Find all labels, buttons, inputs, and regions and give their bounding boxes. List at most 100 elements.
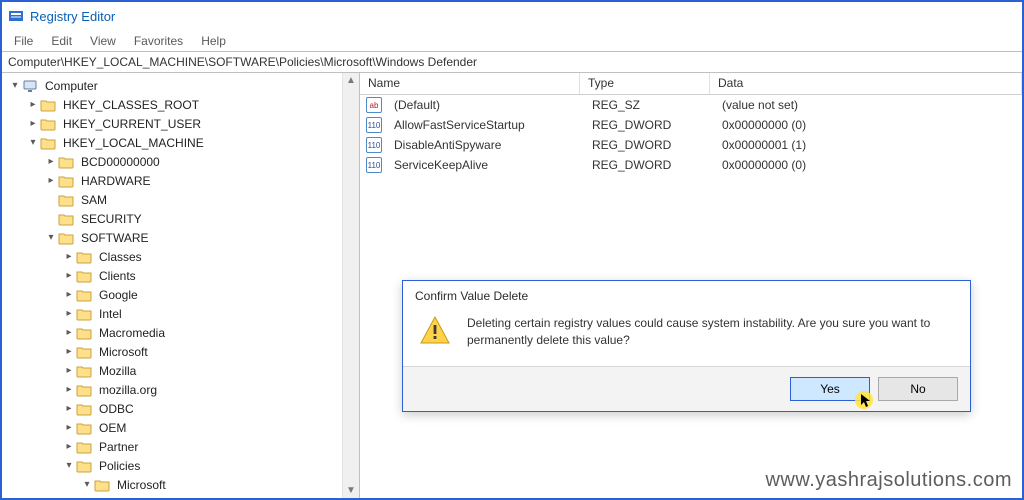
tree-node[interactable]: ▾ Computer — [4, 76, 340, 95]
tree-node[interactable]: ▾ Policies — [4, 456, 340, 475]
value-name: DisableAntiSpyware — [386, 135, 584, 155]
tree-node[interactable]: ▸ Partner — [4, 437, 340, 456]
chevron-right-icon[interactable]: ▸ — [44, 155, 58, 169]
folder-icon — [76, 401, 92, 417]
tree-node-label: Intel — [96, 306, 125, 322]
value-row[interactable]: 110DisableAntiSpywareREG_DWORD0x00000001… — [360, 135, 1022, 155]
tree-node-label: HKEY_LOCAL_MACHINE — [60, 135, 207, 151]
chevron-right-icon[interactable]: ▸ — [62, 288, 76, 302]
tree-node[interactable]: ▸HARDWARE — [4, 171, 340, 190]
value-type: REG_DWORD — [584, 155, 714, 175]
tree-node-label: Cryptography — [132, 496, 210, 499]
chevron-right-icon[interactable]: ▸ — [26, 98, 40, 112]
tree-node[interactable]: ▸ ODBC — [4, 399, 340, 418]
tree-node[interactable]: SAM — [4, 190, 340, 209]
chevron-right-icon[interactable]: ▸ — [62, 345, 76, 359]
column-data[interactable]: Data — [710, 73, 1022, 94]
app-title: Registry Editor — [30, 9, 115, 24]
tree-node[interactable]: ▾SOFTWARE — [4, 228, 340, 247]
folder-icon — [40, 97, 56, 113]
folder-icon — [76, 382, 92, 398]
folder-icon — [40, 135, 56, 151]
chevron-down-icon[interactable]: ▾ — [44, 231, 58, 245]
tree-node[interactable]: ▸ Macromedia — [4, 323, 340, 342]
no-button[interactable]: No — [878, 377, 958, 401]
value-row[interactable]: 110ServiceKeepAliveREG_DWORD0x00000000 (… — [360, 155, 1022, 175]
chevron-right-icon[interactable]: ▸ — [62, 307, 76, 321]
chevron-right-icon[interactable]: ▸ — [62, 364, 76, 378]
watermark: www.yashrajsolutions.com — [765, 469, 1012, 492]
tree-node-label: SECURITY — [78, 211, 145, 227]
menu-edit[interactable]: Edit — [43, 32, 80, 50]
chevron-right-icon[interactable]: ▸ — [62, 250, 76, 264]
tree-node[interactable]: ▾ HKEY_LOCAL_MACHINE — [4, 133, 340, 152]
chevron-down-icon[interactable]: ▾ — [62, 459, 76, 473]
chevron-right-icon[interactable]: ▸ — [62, 421, 76, 435]
chevron-right-icon[interactable]: ▸ — [62, 383, 76, 397]
confirm-delete-dialog: Confirm Value Delete Deleting certain re… — [402, 280, 971, 412]
menu-view[interactable]: View — [82, 32, 124, 50]
dialog-buttons: Yes No — [403, 366, 970, 411]
value-row[interactable]: 110AllowFastServiceStartupREG_DWORD0x000… — [360, 115, 1022, 135]
value-data: 0x00000000 (0) — [714, 115, 1022, 135]
chevron-right-icon[interactable]: ▸ — [98, 497, 112, 499]
chevron-down-icon[interactable]: ▾ — [8, 79, 22, 93]
folder-icon — [58, 211, 74, 227]
tree-node-label: HKEY_CLASSES_ROOT — [60, 97, 202, 113]
chevron-right-icon[interactable]: ▸ — [44, 174, 58, 188]
chevron-down-icon[interactable]: ▾ — [80, 478, 94, 492]
address-bar[interactable]: Computer\HKEY_LOCAL_MACHINE\SOFTWARE\Pol… — [2, 51, 1022, 73]
tree-node[interactable]: ▾ Microsoft — [4, 475, 340, 494]
tree-node[interactable]: ▸ BCD00000000 — [4, 152, 340, 171]
folder-icon — [76, 306, 92, 322]
menu-favorites[interactable]: Favorites — [126, 32, 191, 50]
folder-icon — [58, 173, 74, 189]
tree-node[interactable]: ▸ Intel — [4, 304, 340, 323]
tree-node-label: Microsoft — [114, 477, 169, 493]
tree-scrollbar[interactable]: ▲▼ — [342, 73, 359, 498]
tree-node[interactable]: ▸ Mozilla — [4, 361, 340, 380]
chevron-right-icon[interactable]: ▸ — [62, 326, 76, 340]
tree-node[interactable]: ▸ Cryptography — [4, 494, 340, 498]
tree-node[interactable]: ▸Clients — [4, 266, 340, 285]
chevron-right-icon[interactable]: ▸ — [62, 269, 76, 283]
app-icon — [8, 8, 24, 24]
tree-node-label: Macromedia — [96, 325, 168, 341]
value-name: ServiceKeepAlive — [386, 155, 584, 175]
cursor-highlight-icon — [854, 390, 874, 410]
tree-node[interactable]: ▸Microsoft — [4, 342, 340, 361]
tree-pane: ▾Computer▸HKEY_CLASSES_ROOT▸HKEY_CURRENT… — [2, 73, 360, 498]
tree-node-label: Computer — [42, 78, 101, 94]
chevron-right-icon[interactable]: ▸ — [62, 440, 76, 454]
value-row[interactable]: ab(Default)REG_SZ(value not set) — [360, 95, 1022, 115]
tree-node[interactable]: SECURITY — [4, 209, 340, 228]
tree-node[interactable]: ▸OEM — [4, 418, 340, 437]
column-type[interactable]: Type — [580, 73, 710, 94]
tree-node-label: Partner — [96, 439, 141, 455]
scroll-down-icon[interactable]: ▼ — [346, 485, 356, 496]
chevron-right-icon[interactable]: ▸ — [26, 117, 40, 131]
tree[interactable]: ▾Computer▸HKEY_CLASSES_ROOT▸HKEY_CURRENT… — [2, 73, 342, 498]
column-name[interactable]: Name — [360, 73, 580, 94]
tree-node[interactable]: ▸HKEY_CURRENT_USER — [4, 114, 340, 133]
folder-icon — [76, 249, 92, 265]
tree-node[interactable]: ▸ HKEY_CLASSES_ROOT — [4, 95, 340, 114]
tree-node-label: BCD00000000 — [78, 154, 163, 170]
value-data: 0x00000000 (0) — [714, 155, 1022, 175]
tree-node[interactable]: ▸Google — [4, 285, 340, 304]
folder-icon — [112, 496, 128, 499]
chevron-right-icon[interactable]: ▸ — [62, 402, 76, 416]
tree-node-label: Mozilla — [96, 363, 139, 379]
tree-node-label: Policies — [96, 458, 143, 474]
value-data: (value not set) — [714, 95, 1022, 115]
folder-icon — [76, 344, 92, 360]
folder-icon — [76, 268, 92, 284]
tree-node[interactable]: ▸mozilla.org — [4, 380, 340, 399]
tree-node[interactable]: ▸Classes — [4, 247, 340, 266]
menu-help[interactable]: Help — [193, 32, 234, 50]
scroll-up-icon[interactable]: ▲ — [346, 75, 356, 86]
tree-node-label: ODBC — [96, 401, 137, 417]
menu-file[interactable]: File — [6, 32, 41, 50]
folder-icon — [58, 192, 74, 208]
chevron-down-icon[interactable]: ▾ — [26, 136, 40, 150]
